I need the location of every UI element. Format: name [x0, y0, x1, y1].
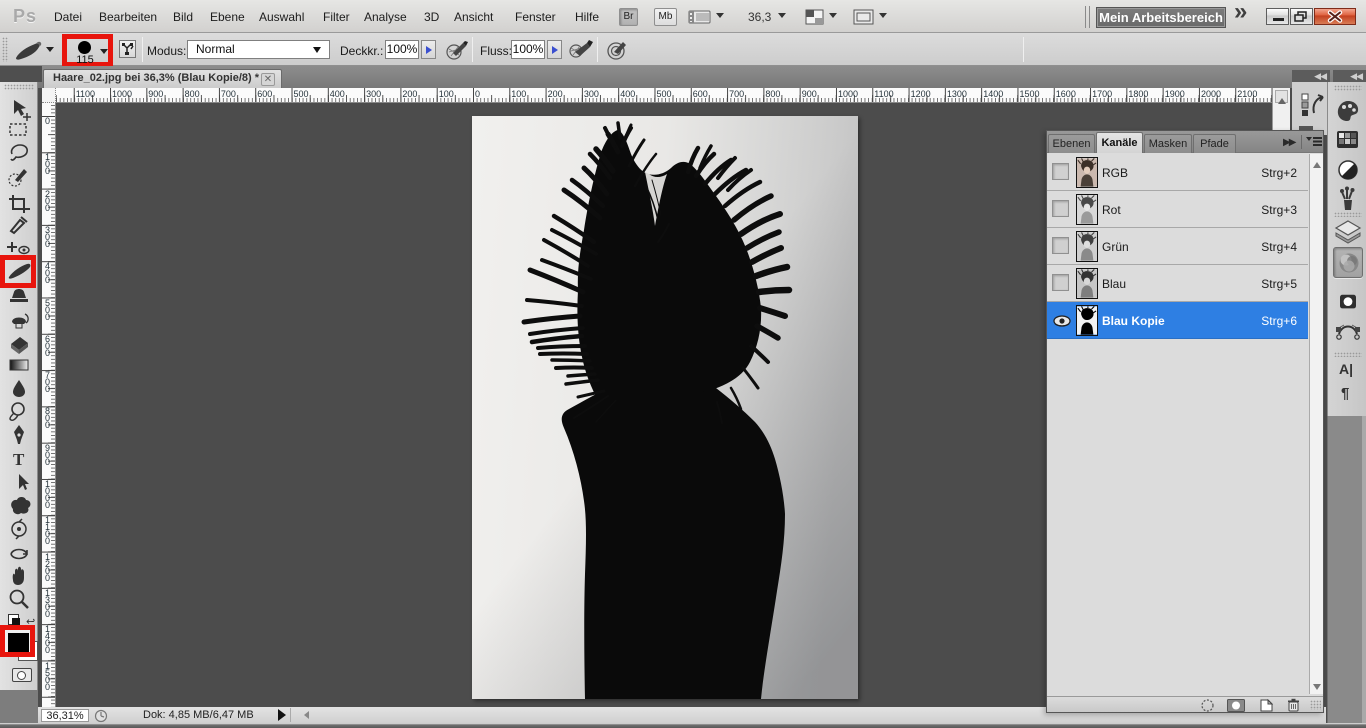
svg-text:T: T — [13, 450, 25, 469]
